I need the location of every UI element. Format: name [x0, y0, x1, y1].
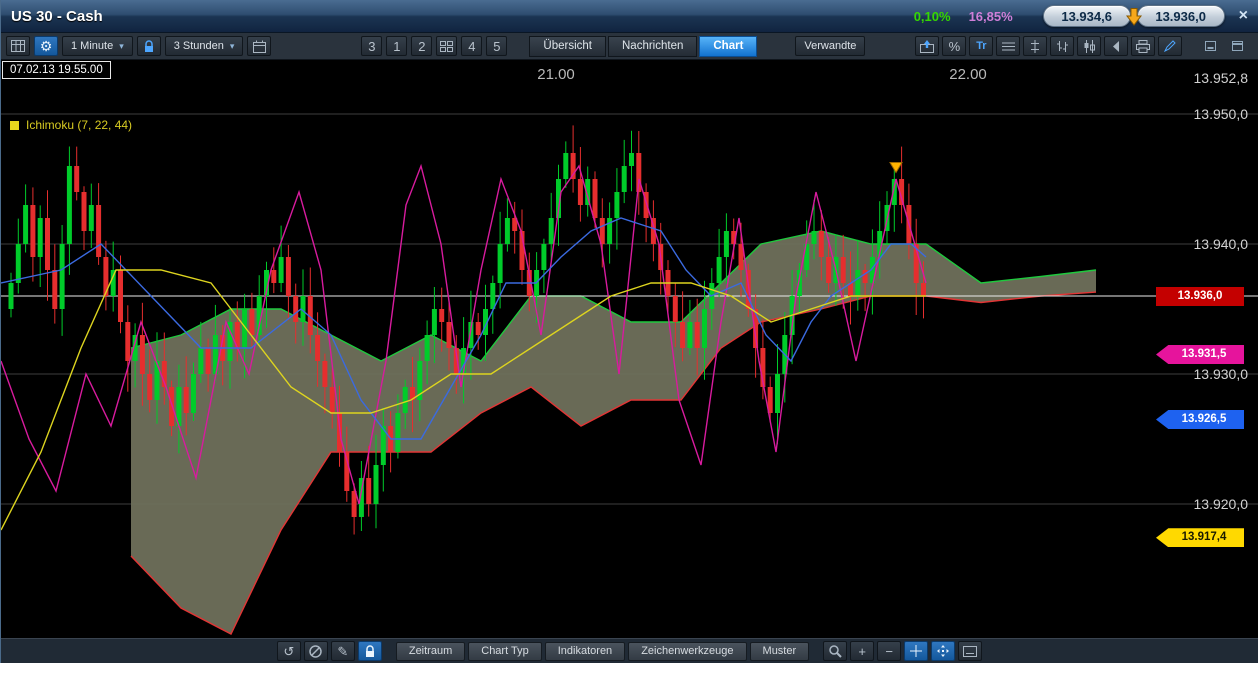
pencil-icon[interactable]: ✎	[330, 641, 355, 661]
interval-value: 1 Minute	[71, 40, 114, 52]
view-tabs: Übersicht Nachrichten Chart	[529, 35, 758, 57]
change-percent: 0,10%	[913, 8, 951, 24]
panel-maximize-icon[interactable]	[1225, 36, 1249, 56]
zoom-icon[interactable]	[823, 641, 848, 661]
candle-chart-icon[interactable]	[1077, 36, 1102, 56]
titlebar[interactable]: US 30 - Cash 0,10% 16,85% 13.934,6 13.93…	[1, 0, 1258, 33]
gridlines-icon[interactable]	[996, 36, 1021, 56]
bottom-toolbar: ↺ ✎ Zeitraum Chart Typ Indikatoren Zeich…	[1, 638, 1258, 663]
time-axis-label: 22.00	[949, 66, 987, 83]
sell-marker-icon	[889, 162, 903, 174]
buy-price-button[interactable]: 13.936,0	[1136, 5, 1225, 27]
chart-lock-icon[interactable]	[357, 641, 382, 661]
lock-icon[interactable]	[136, 36, 161, 56]
chart-toolbar: ⚙ 1 Minute ▾ 3 Stunden ▾ 3 1 2 4 5 Übers…	[1, 33, 1258, 60]
chevron-down-icon: ▾	[229, 40, 235, 51]
layout-3-button[interactable]: 3	[361, 36, 383, 56]
bars-chart-icon[interactable]	[1050, 36, 1075, 56]
layout-1-button[interactable]: 1	[386, 36, 408, 56]
indikatoren-button[interactable]: Indikatoren	[544, 641, 626, 661]
pan-icon[interactable]	[931, 641, 956, 661]
price-axis-label: 13.930,0	[1193, 366, 1249, 382]
layout-5-button[interactable]: 5	[486, 36, 508, 56]
trading-window: US 30 - Cash 0,10% 16,85% 13.934,6 13.93…	[0, 0, 1258, 663]
sell-price-button[interactable]: 13.934,6	[1042, 5, 1131, 27]
chart-area[interactable]: 07.02.13 19.55.00 Ichimoku (7, 22, 44) 2…	[1, 60, 1258, 638]
chart-typ-button[interactable]: Chart Typ	[468, 641, 542, 661]
crosshair-datetime-label: 07.02.13 19.55.00	[2, 61, 111, 79]
tab-chart[interactable]: Chart	[699, 35, 758, 57]
related-button[interactable]: Verwandte	[795, 36, 866, 56]
price-axis-label: 13.952,8	[1193, 69, 1249, 86]
grid-view-icon[interactable]	[6, 36, 30, 56]
titlebar-right: 0,10% 16,85% 13.934,6 13.936,0 ×	[914, 5, 1248, 27]
tab-uebersicht[interactable]: Übersicht	[529, 35, 606, 57]
zoom-in-button[interactable]: +	[850, 641, 875, 661]
price-flag[interactable]: 13.917,4	[1156, 528, 1244, 548]
timespan-dropdown[interactable]: 3 Stunden ▾	[164, 36, 244, 56]
zoom-out-button[interactable]: −	[877, 641, 902, 661]
panel-controls	[1198, 36, 1249, 56]
ichimoku-cloud	[131, 231, 1096, 634]
print-icon[interactable]	[1131, 36, 1156, 56]
indicator-legend[interactable]: Ichimoku (7, 22, 44)	[10, 118, 132, 132]
no-draw-icon[interactable]	[303, 641, 328, 661]
interval-dropdown[interactable]: 1 Minute ▾	[62, 36, 133, 56]
calendar-icon[interactable]	[247, 36, 272, 56]
price-flag[interactable]: 13.936,0	[1156, 286, 1244, 306]
price-axis-label: 13.940,0	[1193, 236, 1249, 252]
price-flag[interactable]: 13.926,5	[1156, 410, 1244, 429]
legend-text: Ichimoku (7, 22, 44)	[26, 118, 133, 132]
zeitraum-button[interactable]: Zeitraum	[395, 641, 466, 661]
close-icon[interactable]: ×	[1239, 7, 1248, 25]
layout-2-button[interactable]: 2	[411, 36, 433, 56]
crosshair-icon[interactable]	[904, 641, 929, 661]
draw-percent-icon[interactable]	[1158, 36, 1183, 56]
back-arrow-icon[interactable]	[1104, 36, 1129, 56]
price-down-arrow-icon	[1124, 7, 1144, 26]
layout-grid-icon[interactable]	[436, 36, 458, 56]
layout-4-button[interactable]: 4	[461, 36, 483, 56]
price-axis-label: 13.950,0	[1193, 106, 1249, 122]
window-title: US 30 - Cash	[11, 7, 103, 25]
time-axis-label: 21.00	[537, 66, 575, 83]
price-flag[interactable]: 13.931,5	[1156, 345, 1244, 364]
text-size-icon[interactable]: Tr	[969, 36, 994, 56]
range-percent: 16,85%	[968, 8, 1013, 24]
chevron-down-icon: ▾	[119, 40, 124, 51]
yaxis-icon[interactable]	[1023, 36, 1048, 56]
percent-icon[interactable]: %	[942, 36, 967, 56]
settings-gear-icon[interactable]: ⚙	[34, 36, 58, 56]
tab-nachrichten[interactable]: Nachrichten	[608, 35, 698, 57]
chart-tools-group: % Tr	[915, 36, 1183, 56]
fit-screen-icon[interactable]	[958, 641, 983, 661]
refresh-icon[interactable]: ↺	[276, 641, 301, 661]
legend-swatch-icon	[10, 120, 19, 130]
price-axis-label: 13.920,0	[1193, 496, 1249, 512]
scale-up-icon[interactable]	[915, 36, 940, 56]
price-chart[interactable]	[1, 60, 1258, 638]
muster-button[interactable]: Muster	[749, 641, 810, 661]
timespan-value: 3 Stunden	[173, 40, 224, 52]
panel-minimize-icon[interactable]	[1198, 36, 1222, 56]
chart-layout-group: 3 1 2 4 5	[361, 36, 508, 56]
zeichenwerkzeuge-button[interactable]: Zeichenwerkzeuge	[628, 641, 747, 661]
